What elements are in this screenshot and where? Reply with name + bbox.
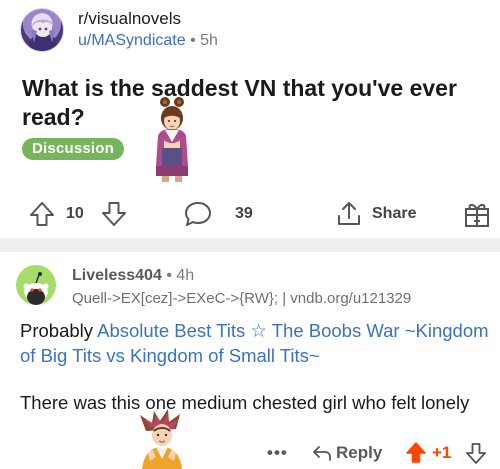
user-avatar[interactable]: [16, 265, 56, 305]
section-divider: [0, 238, 500, 252]
reply-button[interactable]: Reply: [336, 436, 382, 469]
post-action-bar: 10 39 Share: [0, 196, 500, 232]
gift-box-icon[interactable]: [463, 196, 491, 232]
arrow-down-outline-icon[interactable]: [465, 436, 487, 469]
subreddit-avatar[interactable]: [20, 8, 64, 52]
share-arrow-icon[interactable]: [335, 196, 363, 232]
post-title[interactable]: What is the saddest VN that you've ever …: [22, 74, 492, 132]
post-age: 5h: [200, 32, 218, 49]
comment-age: 4h: [176, 267, 195, 284]
subreddit-name[interactable]: r/visualnovels: [78, 9, 181, 29]
comment-body: Probably Absolute Best Tits ☆ The Boobs …: [20, 318, 490, 415]
character-sticker-image: [156, 97, 188, 182]
reply-arrow-icon[interactable]: [311, 436, 333, 469]
comment-author-line: Liveless404 • 4h: [72, 267, 194, 285]
post-card: r/visualnovels u/MASyndicate • 5h What i…: [0, 0, 500, 238]
share-button-label[interactable]: Share: [372, 196, 416, 232]
comment-paragraph: Probably Absolute Best Tits ☆ The Boobs …: [20, 318, 490, 368]
comment-item: Liveless404 • 4h Quell->EX[cez]->EXeC->{…: [0, 252, 500, 469]
comment-vote-score: +1: [432, 443, 452, 462]
separator-dot: •: [166, 267, 172, 284]
post-vote-score: 10: [66, 205, 84, 222]
arrow-up-outline-icon[interactable]: [28, 196, 56, 232]
arrow-down-outline-icon[interactable]: [100, 196, 128, 232]
separator-dot: •: [190, 32, 196, 49]
more-options-button[interactable]: •••: [267, 436, 288, 469]
post-author[interactable]: u/MASyndicate: [78, 32, 186, 49]
comment-count: 39: [235, 205, 253, 222]
comment-text: Probably: [20, 320, 98, 341]
user-flair: Quell->EX[cez]->EXeC->{RW}; | vndb.org/u…: [72, 290, 412, 307]
arrow-up-filled-icon[interactable]: [405, 436, 427, 469]
comment-author[interactable]: Liveless404: [72, 267, 162, 284]
speech-bubble-icon[interactable]: [183, 196, 213, 232]
comment-action-bar: ••• Reply +1: [0, 436, 500, 469]
post-flair-badge[interactable]: Discussion: [22, 138, 125, 160]
comment-paragraph: There was this one medium chested girl w…: [20, 392, 470, 413]
post-meta: u/MASyndicate • 5h: [78, 32, 218, 50]
